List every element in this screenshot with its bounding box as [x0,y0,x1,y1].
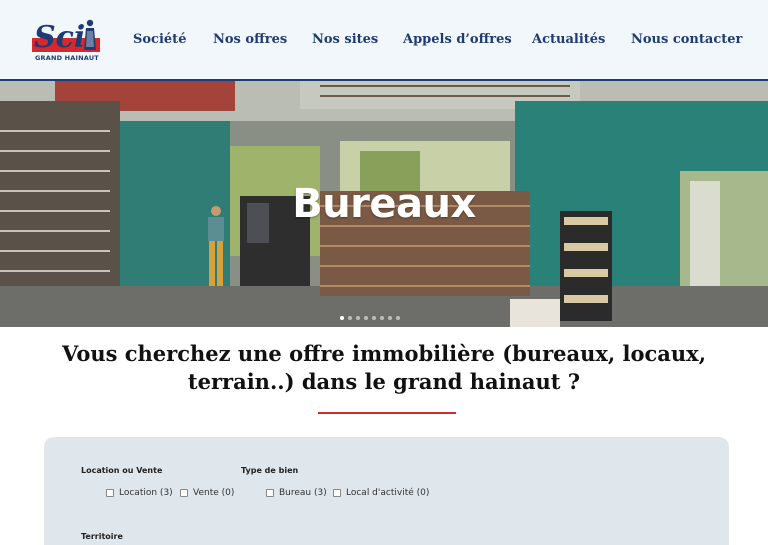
slider-dot-8[interactable] [396,316,400,320]
local-activite-checkbox[interactable] [333,489,341,497]
slider-dot-5[interactable] [372,316,376,320]
vente-checkbox[interactable] [180,489,188,497]
site-header: Sci GRAND HAINAUT Société Nos offres Nos… [0,0,768,81]
main-nav: Société Nos offres Nos sites Appels d’of… [0,0,768,81]
search-filter-panel: Location ou Vente Location (3) Vente (0)… [44,437,729,545]
slider-dot-4[interactable] [364,316,368,320]
slider-dot-2[interactable] [348,316,352,320]
filter-label-type-bien: Type de bien [241,466,299,475]
filter-label-location-vente: Location ou Vente [81,466,163,475]
slider-dot-7[interactable] [388,316,392,320]
page-headline: Vous cherchez une offre immobilière (bur… [40,340,728,396]
headline-line-2: terrain..) dans le grand hainaut ? [187,369,581,394]
hero-slider[interactable]: Bureaux [0,81,768,327]
nav-item-nos-sites[interactable]: Nos sites [312,32,378,47]
location-checkbox[interactable] [106,489,114,497]
slider-dot-6[interactable] [380,316,384,320]
bureau-checkbox[interactable] [266,489,274,497]
filter-option-vente[interactable]: Vente (0) [180,488,234,498]
nav-item-societe[interactable]: Société [133,32,186,47]
headline-divider [318,412,456,414]
filter-label-territoire: Territoire [81,532,123,541]
nav-item-appels-offres[interactable]: Appels d’offres [403,32,512,47]
filter-option-bureau[interactable]: Bureau (3) [266,488,327,498]
filter-option-location-label: Location (3) [119,488,173,498]
headline-line-1: Vous cherchez une offre immobilière (bur… [61,341,707,366]
nav-item-nos-offres[interactable]: Nos offres [213,32,287,47]
filter-option-vente-label: Vente (0) [193,488,235,498]
nav-item-actualites[interactable]: Actualités [532,32,605,47]
filter-option-bureau-label: Bureau (3) [279,488,327,498]
filter-option-location[interactable]: Location (3) [106,488,173,498]
slider-dot-3[interactable] [356,316,360,320]
slider-dots [340,316,400,322]
slider-dot-1[interactable] [340,316,344,320]
nav-item-nous-contacter[interactable]: Nous contacter [631,32,742,47]
filter-option-local-activite[interactable]: Local d'activité (0) [333,488,429,498]
filter-option-local-activite-label: Local d'activité (0) [346,488,430,498]
hero-title: Bureaux [292,181,476,227]
